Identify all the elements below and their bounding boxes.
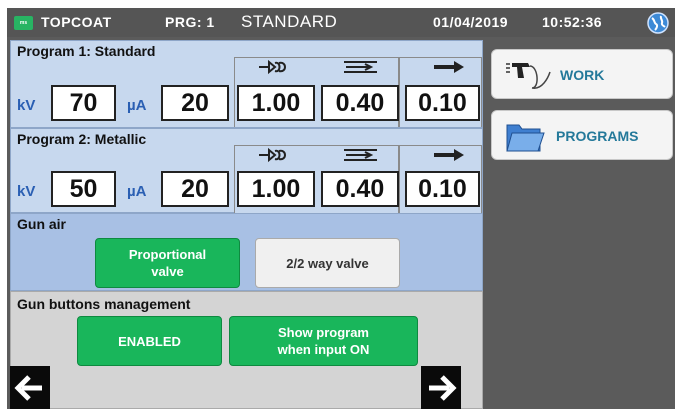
proportional-valve-label-line1: Proportional: [128, 247, 207, 262]
output-value-field[interactable]: 0.10: [405, 85, 480, 121]
flow-air-icon: [344, 149, 377, 161]
work-label: WORK: [560, 67, 605, 83]
atomizing-air-value-field[interactable]: 1.00: [237, 171, 315, 207]
show-program-label-line2: when input ON: [277, 342, 370, 357]
date-display: 01/04/2019: [433, 14, 509, 30]
forward-button[interactable]: [421, 366, 461, 409]
programs-label: PROGRAMS: [556, 128, 639, 144]
two-way-valve-label: 2/2 way valve: [286, 255, 369, 271]
work-button[interactable]: WORK: [491, 49, 673, 99]
ua-label: µA: [127, 97, 147, 114]
program-1-title: Program 1: Standard: [17, 43, 156, 59]
ua-value-field[interactable]: 20: [161, 85, 229, 121]
kv-label: kV: [17, 183, 36, 200]
back-button[interactable]: [10, 366, 50, 409]
ua-value-field[interactable]: 20: [161, 171, 229, 207]
gun-air-panel: Gun air Proportional valve 2/2 way valve: [10, 213, 483, 291]
output-value-field[interactable]: 0.10: [405, 171, 480, 207]
arrow-left-icon: [14, 374, 42, 401]
app-name: TOPCOAT: [41, 14, 112, 30]
touch-screen: ms TOPCOAT PRG: 1 STANDARD 01/04/2019 10…: [7, 8, 675, 409]
flow-air-value-field[interactable]: 0.40: [321, 85, 399, 121]
flow-air-value-field[interactable]: 0.40: [321, 171, 399, 207]
enabled-label: ENABLED: [118, 333, 181, 349]
proportional-valve-button[interactable]: Proportional valve: [95, 238, 240, 288]
kv-label: kV: [17, 97, 36, 114]
arrow-right-icon: [434, 61, 464, 73]
flow-air-icon: [344, 61, 377, 73]
gun-buttons-panel: Gun buttons management ENABLED Show prog…: [10, 291, 483, 409]
globe-icon[interactable]: [647, 12, 669, 34]
atomizing-air-icon: [259, 147, 286, 163]
program-name: STANDARD: [241, 12, 338, 31]
gun-buttons-title: Gun buttons management: [17, 296, 191, 312]
folder-icon: [506, 124, 545, 152]
enabled-button[interactable]: ENABLED: [77, 316, 222, 366]
proportional-valve-label-line2: valve: [151, 264, 184, 279]
kv-value-field[interactable]: 50: [51, 171, 116, 207]
programs-button[interactable]: PROGRAMS: [491, 110, 673, 160]
arrow-right-icon: [429, 374, 457, 401]
ua-label: µA: [127, 183, 147, 200]
arrow-right-icon: [434, 149, 464, 161]
kv-value-field[interactable]: 70: [51, 85, 116, 121]
time-display: 10:52:36: [542, 14, 603, 30]
show-program-label-line1: Show program: [277, 325, 369, 340]
program-2-title: Program 2: Metallic: [17, 131, 147, 147]
show-program-button[interactable]: Show program when input ON: [229, 316, 418, 366]
program-number: PRG: 1: [165, 14, 215, 30]
gun-air-title: Gun air: [17, 216, 67, 232]
brand-logo: ms: [14, 16, 33, 30]
atomizing-air-icon: [259, 59, 286, 75]
program-2-panel: Program 2: Metallic kV 50 µA 20 1.00 0.4…: [10, 128, 483, 215]
two-way-valve-button[interactable]: 2/2 way valve: [255, 238, 400, 288]
program-1-panel: Program 1: Standard kV 70 µA 20 1.00 0.4…: [10, 40, 483, 128]
atomizing-air-value-field[interactable]: 1.00: [237, 85, 315, 121]
title-bar: ms TOPCOAT PRG: 1 STANDARD 01/04/2019 10…: [7, 8, 675, 37]
spray-gun-icon: [506, 63, 551, 89]
